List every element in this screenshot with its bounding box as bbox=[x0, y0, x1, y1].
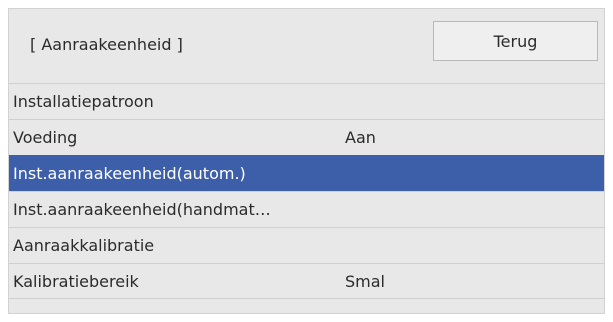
menu-item-value: Aan bbox=[345, 128, 376, 147]
menu-item-label: Aanraakkalibratie bbox=[13, 236, 155, 255]
page-title: [ Aanraakeenheid ] bbox=[30, 35, 183, 54]
settings-panel: [ Aanraakeenheid ] Terug Installatiepatr… bbox=[8, 8, 605, 314]
menu-item-inst-aanraakeenheid-handmatig[interactable]: Inst.aanraakeenheid(handmat… bbox=[9, 191, 604, 227]
menu-item-aanraakkalibratie[interactable]: Aanraakkalibratie bbox=[9, 227, 604, 263]
menu-item-value: Smal bbox=[345, 272, 385, 291]
back-button[interactable]: Terug bbox=[433, 21, 598, 61]
menu-item-inst-aanraakeenheid-autom[interactable]: Inst.aanraakeenheid(autom.) bbox=[9, 155, 604, 191]
panel-header: [ Aanraakeenheid ] Terug bbox=[9, 9, 604, 83]
menu-item-label: Voeding bbox=[13, 128, 78, 147]
menu-item-label: Installatiepatroon bbox=[13, 92, 154, 111]
menu-item-voeding[interactable]: Voeding Aan bbox=[9, 119, 604, 155]
menu-item-installatiepatroon[interactable]: Installatiepatroon bbox=[9, 83, 604, 119]
menu-item-label: Inst.aanraakeenheid(handmat… bbox=[13, 200, 271, 219]
menu-item-label: Kalibratiebereik bbox=[13, 272, 139, 291]
settings-menu: Installatiepatroon Voeding Aan Inst.aanr… bbox=[9, 83, 604, 299]
menu-item-kalibratiebereik[interactable]: Kalibratiebereik Smal bbox=[9, 263, 604, 299]
menu-item-label: Inst.aanraakeenheid(autom.) bbox=[13, 164, 246, 183]
